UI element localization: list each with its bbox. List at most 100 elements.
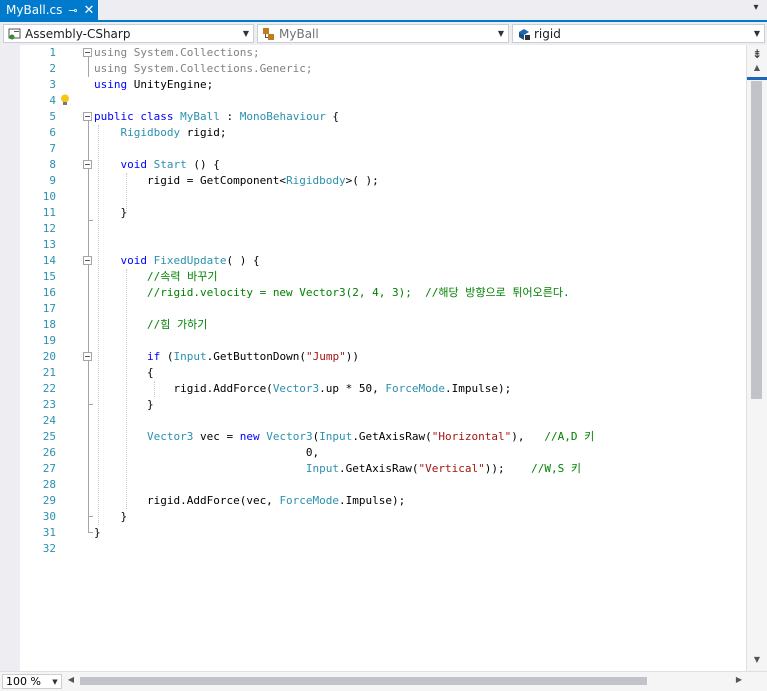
code-line[interactable]: 3 using UnityEngine; (0, 77, 746, 93)
code-editor[interactable]: 1 using System.Collections; 2 using System.… (0, 45, 746, 671)
line-number: 18 (42, 318, 56, 331)
chevron-down-icon: ▼ (242, 29, 250, 38)
split-window-icon[interactable]: ⇟ (750, 47, 764, 61)
code-line[interactable]: 8 void Start () { (0, 157, 746, 173)
code-text: } (94, 526, 101, 539)
line-number: 29 (42, 494, 56, 507)
code-line[interactable]: 23 } (0, 397, 746, 413)
code-line[interactable]: 7 (0, 141, 746, 157)
code-text: void Start () { (120, 158, 220, 171)
collapse-icon[interactable] (83, 112, 92, 121)
code-line[interactable]: 32 (0, 541, 746, 557)
line-number: 5 (49, 110, 56, 123)
line-number: 20 (42, 350, 56, 363)
code-line[interactable]: 19 (0, 333, 746, 349)
line-number: 28 (42, 478, 56, 491)
code-line[interactable]: 9 rigid = GetComponent<Rigidbody>( ); (0, 173, 746, 189)
code-line[interactable]: 10 (0, 189, 746, 205)
code-text: //rigid.velocity = new Vector3(2, 4, 3);… (146, 286, 570, 299)
line-number: 9 (49, 174, 56, 187)
code-line[interactable]: 27 Input.GetAxisRaw("Vertical")); //W,S … (0, 461, 746, 477)
code-line[interactable]: 22 rigid.AddForce(Vector3.up * 50, Force… (0, 381, 746, 397)
type-dropdown[interactable]: MyBall ▼ (257, 24, 509, 43)
code-line[interactable]: 5 public class MyBall : MonoBehaviour { (0, 109, 746, 125)
vertical-scroll-thumb[interactable] (751, 81, 762, 399)
collapse-icon[interactable] (83, 256, 92, 265)
code-line[interactable]: 24 (0, 413, 746, 429)
code-line[interactable]: 31} (0, 525, 746, 541)
code-line[interactable]: 13 (0, 237, 746, 253)
collapse-icon[interactable] (83, 160, 92, 169)
code-line[interactable]: 4 (0, 93, 746, 109)
zoom-dropdown[interactable]: 100 % ▼ (2, 674, 62, 689)
code-line[interactable]: 21 { (0, 365, 746, 381)
line-number: 27 (42, 462, 56, 475)
horizontal-scroll-thumb[interactable] (80, 677, 647, 685)
line-number: 32 (42, 542, 56, 555)
line-number: 17 (42, 302, 56, 315)
line-number: 13 (42, 238, 56, 251)
line-number: 12 (42, 222, 56, 235)
code-line[interactable]: 6 Rigidbody rigid; (0, 125, 746, 141)
line-number: 6 (49, 126, 56, 139)
type-dropdown-value: MyBall (279, 26, 319, 41)
member-dropdown[interactable]: rigid ▼ (512, 24, 765, 43)
code-line[interactable]: 2 using System.Collections.Generic; (0, 61, 746, 77)
code-line[interactable]: 11 } (0, 205, 746, 221)
scroll-down-icon[interactable]: ▼ (750, 655, 764, 667)
line-number: 26 (42, 446, 56, 459)
code-text: rigid.AddForce(vec, ForceMode.Impulse); (94, 494, 406, 507)
code-text: if (Input.GetButtonDown("Jump")) (146, 350, 359, 363)
code-text: using System.Collections.Generic; (94, 62, 313, 75)
code-text: using System.Collections; (94, 46, 260, 59)
scroll-left-icon[interactable]: ◀ (66, 675, 76, 687)
code-text: public class MyBall : MonoBehaviour { (94, 110, 340, 123)
code-line[interactable]: 20 if (Input.GetButtonDown("Jump")) (0, 349, 746, 365)
tab-myball-cs[interactable]: MyBall.cs ⊸ ✕ (0, 0, 98, 20)
code-line[interactable]: 25 Vector3 vec = new Vector3(Input.GetAx… (0, 429, 746, 445)
collapse-icon[interactable] (83, 48, 92, 57)
line-number: 30 (42, 510, 56, 523)
line-number: 24 (42, 414, 56, 427)
code-line[interactable]: 1 using System.Collections; (0, 45, 746, 61)
line-number: 23 (42, 398, 56, 411)
code-line[interactable]: 14 void FixedUpdate( ) { (0, 253, 746, 269)
editor-bottom-bar: 100 % ▼ ◀ ▶ (0, 671, 767, 691)
line-number: 25 (42, 430, 56, 443)
chevron-down-icon: ▼ (497, 29, 505, 38)
line-number: 1 (49, 46, 56, 59)
code-line[interactable]: 15 //속력 바꾸기 (0, 269, 746, 285)
code-line[interactable]: 26 0, (0, 445, 746, 461)
vertical-scrollbar[interactable]: ⇟ ▲ ▼ (746, 45, 767, 671)
line-number: 22 (42, 382, 56, 395)
code-line[interactable]: 17 (0, 301, 746, 317)
code-line[interactable]: 28 (0, 477, 746, 493)
field-lock-icon (516, 26, 532, 42)
code-text: void FixedUpdate( ) { (120, 254, 260, 267)
document-tab-strip: MyBall.cs ⊸ ✕ ▾ (0, 0, 767, 22)
project-icon (7, 26, 23, 42)
line-number: 4 (49, 94, 56, 107)
project-dropdown-value: Assembly-CSharp (25, 26, 131, 41)
zoom-value: 100 % (6, 675, 41, 688)
collapse-icon[interactable] (83, 352, 92, 361)
pin-icon[interactable]: ⊸ (66, 4, 80, 17)
member-dropdown-value: rigid (534, 26, 561, 41)
tab-overflow-chevron-icon[interactable]: ▾ (749, 2, 763, 18)
chevron-down-icon: ▼ (753, 29, 761, 38)
line-number: 2 (49, 62, 56, 75)
code-text: rigid.AddForce(Vector3.up * 50, ForceMod… (94, 382, 512, 395)
code-line[interactable]: 16 //rigid.velocity = new Vector3(2, 4, … (0, 285, 746, 301)
code-text: } (94, 398, 154, 411)
code-line[interactable]: 18 //힘 가하기 (0, 317, 746, 333)
scroll-up-icon[interactable]: ▲ (750, 63, 764, 75)
tab-title: MyBall.cs (6, 3, 63, 17)
scroll-right-icon[interactable]: ▶ (734, 675, 744, 687)
close-icon[interactable]: ✕ (82, 3, 96, 18)
line-number: 11 (42, 206, 56, 219)
code-line[interactable]: 30 } (0, 509, 746, 525)
code-line[interactable]: 12 (0, 221, 746, 237)
code-line[interactable]: 29 rigid.AddForce(vec, ForceMode.Impulse… (0, 493, 746, 509)
project-dropdown[interactable]: Assembly-CSharp ▼ (3, 24, 254, 43)
line-number: 3 (49, 78, 56, 91)
